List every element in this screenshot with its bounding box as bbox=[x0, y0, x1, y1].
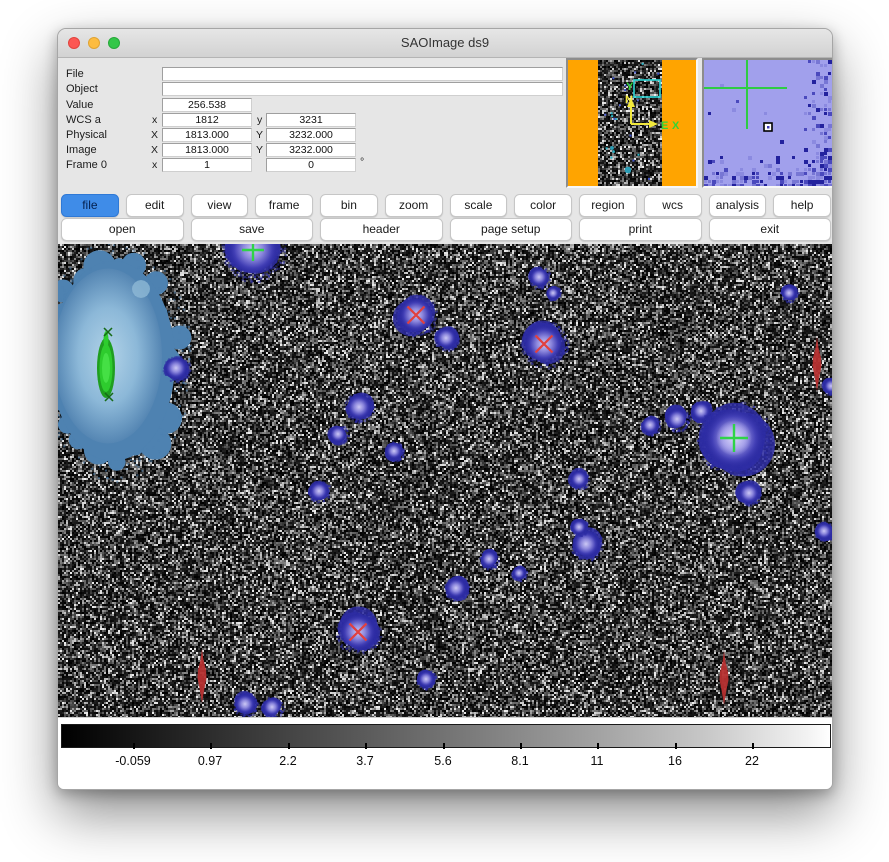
frame-angle-field: 0 bbox=[266, 158, 356, 172]
colorbar-tick bbox=[752, 743, 754, 749]
colorbar-tick-label: 3.7 bbox=[356, 754, 373, 768]
colorbar-area: -0.059 0.97 2.2 3.7 5.6 8.1 11 16 22 bbox=[58, 717, 833, 790]
object-field bbox=[162, 82, 563, 96]
colorbar-tick-label: -0.059 bbox=[115, 754, 150, 768]
image-label: Image bbox=[66, 144, 97, 156]
titlebar: SAOImage ds9 bbox=[58, 29, 832, 58]
wcs-y-label: y bbox=[257, 114, 262, 126]
compass-label-e: E bbox=[661, 120, 668, 132]
menu-scale[interactable]: scale bbox=[450, 194, 508, 217]
menu-bin[interactable]: bin bbox=[320, 194, 378, 217]
frame-x-label: x bbox=[152, 159, 157, 171]
wcs-y-field: 3231 bbox=[266, 113, 356, 127]
colorbar-tick-label: 22 bbox=[745, 754, 759, 768]
magnifier-cursor-dot bbox=[767, 126, 770, 129]
colorbar-tick bbox=[288, 743, 290, 749]
ds9-window: SAOImage ds9 File Object Value 256.538 W… bbox=[57, 28, 833, 790]
colorbar-tick bbox=[210, 743, 212, 749]
image-x-field: 1813.000 bbox=[162, 143, 252, 157]
image-x-label: X bbox=[151, 144, 158, 156]
object-label: Object bbox=[66, 83, 98, 95]
image-canvas[interactable] bbox=[58, 244, 833, 717]
traffic-lights bbox=[68, 37, 120, 49]
colorbar-tick-label: 0.97 bbox=[198, 754, 222, 768]
menu-color[interactable]: color bbox=[514, 194, 572, 217]
frame-angle-unit: ° bbox=[360, 156, 364, 168]
info-panel: File Object Value 256.538 WCS a x 1812 y… bbox=[58, 58, 833, 194]
value-label: Value bbox=[66, 99, 93, 111]
frame-x-field: 1 bbox=[162, 158, 252, 172]
colorbar-tick bbox=[597, 743, 599, 749]
value-field: 256.538 bbox=[162, 98, 252, 112]
image-y-field: 3232.000 bbox=[266, 143, 356, 157]
menu-frame[interactable]: frame bbox=[255, 194, 313, 217]
open-button[interactable]: open bbox=[61, 218, 184, 241]
colorbar-tick-label: 11 bbox=[591, 754, 604, 768]
magnifier-overlay bbox=[704, 60, 832, 186]
panner-panel[interactable]: Y N E X bbox=[566, 58, 698, 188]
image-y-label: Y bbox=[256, 144, 263, 156]
print-button[interactable]: print bbox=[579, 218, 702, 241]
colorbar-tick bbox=[443, 743, 445, 749]
compass-right-arrowhead bbox=[649, 120, 658, 128]
menu-view[interactable]: view bbox=[191, 194, 249, 217]
colorbar-tick-label: 8.1 bbox=[511, 754, 528, 768]
wcs-x-label: x bbox=[152, 114, 157, 126]
file-field bbox=[162, 67, 563, 81]
header-button[interactable]: header bbox=[320, 218, 443, 241]
menu-zoom[interactable]: zoom bbox=[385, 194, 443, 217]
compass-label-y: Y bbox=[626, 81, 634, 93]
compass-label-n: N bbox=[625, 94, 633, 106]
colorbar-tick-label: 5.6 bbox=[434, 754, 451, 768]
panner-overlay: Y N E X bbox=[568, 60, 696, 186]
action-bar: open save header page setup print exit bbox=[61, 218, 831, 241]
zoom-button[interactable] bbox=[108, 37, 120, 49]
colorbar-tick bbox=[133, 743, 135, 749]
menu-analysis[interactable]: analysis bbox=[709, 194, 767, 217]
colorbar-tick bbox=[365, 743, 367, 749]
menu-help[interactable]: help bbox=[773, 194, 831, 217]
colorbar-tick bbox=[675, 743, 677, 749]
menu-edit[interactable]: edit bbox=[126, 194, 184, 217]
frame-label: Frame 0 bbox=[66, 159, 107, 171]
menu-bar: file edit view frame bin zoom scale colo… bbox=[61, 194, 831, 217]
physical-x-field: 1813.000 bbox=[162, 128, 252, 142]
menu-region[interactable]: region bbox=[579, 194, 637, 217]
desktop: { "window": { "title": "SAOImage ds9" },… bbox=[0, 0, 889, 862]
wcs-x-field: 1812 bbox=[162, 113, 252, 127]
physical-label: Physical bbox=[66, 129, 107, 141]
page-setup-button[interactable]: page setup bbox=[450, 218, 573, 241]
menu-file[interactable]: file bbox=[61, 194, 119, 217]
exit-button[interactable]: exit bbox=[709, 218, 832, 241]
menu-wcs[interactable]: wcs bbox=[644, 194, 702, 217]
colorbar-gradient[interactable] bbox=[61, 724, 831, 748]
colorbar-tick-label: 2.2 bbox=[279, 754, 296, 768]
minimize-button[interactable] bbox=[88, 37, 100, 49]
magnifier-panel[interactable] bbox=[702, 58, 833, 188]
compass-label-x: X bbox=[672, 120, 680, 132]
save-button[interactable]: save bbox=[191, 218, 314, 241]
wcs-label: WCS a bbox=[66, 114, 101, 126]
close-button[interactable] bbox=[68, 37, 80, 49]
panner-viewbox bbox=[634, 80, 660, 97]
colorbar-tick-label: 16 bbox=[668, 754, 682, 768]
physical-x-label: X bbox=[151, 129, 158, 141]
physical-y-field: 3232.000 bbox=[266, 128, 356, 142]
physical-y-label: Y bbox=[256, 129, 263, 141]
window-title: SAOImage ds9 bbox=[58, 29, 832, 57]
file-label: File bbox=[66, 68, 84, 80]
colorbar-tick bbox=[520, 743, 522, 749]
